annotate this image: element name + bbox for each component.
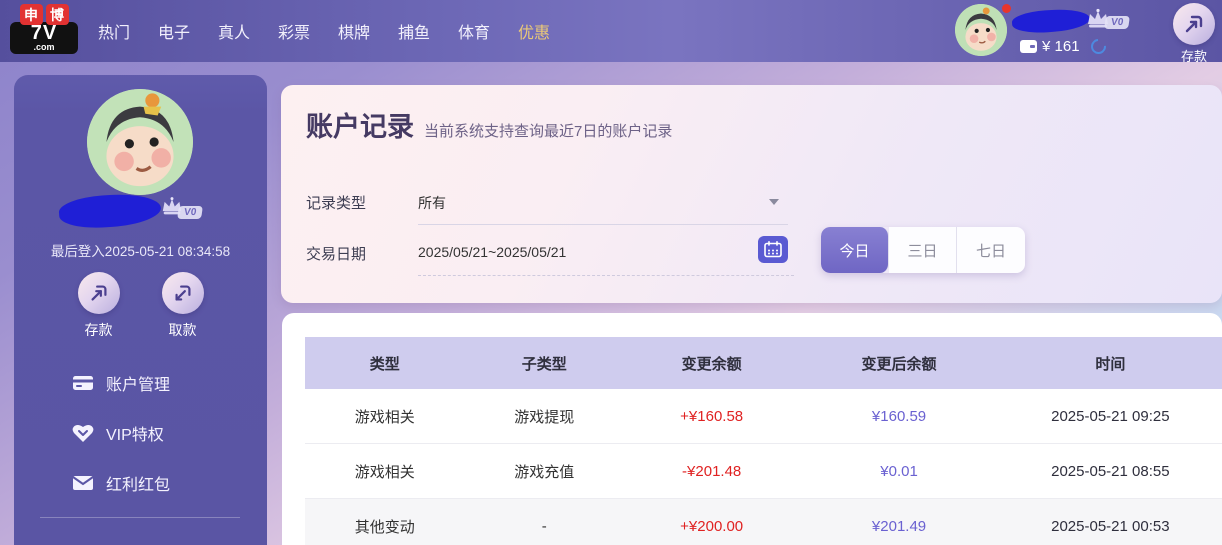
sidebar-avatar-image — [87, 89, 193, 195]
sidebar-item-label: 账户管理 — [106, 377, 171, 394]
table-header-row: 类型 子类型 变更余额 变更后余额 时间 — [305, 337, 1222, 389]
sidebar-item-bonus-redpacket[interactable]: 红利红包 — [72, 471, 170, 495]
logo-badge-shen: 申 — [19, 4, 43, 25]
sidebar-username-censored — [58, 191, 162, 231]
range-button-today[interactable]: 今日 — [821, 227, 889, 273]
records-table: 类型 子类型 变更余额 变更后余额 时间 游戏相关 游戏提现 +¥160.58 … — [305, 337, 1222, 545]
page-title: 账户记录 — [306, 112, 414, 142]
sidebar-withdraw-icon — [161, 272, 204, 314]
logo-badge-bo: 博 — [45, 4, 69, 25]
chevron-down-icon[interactable] — [769, 199, 779, 205]
sidebar: V0 最后登入2025-05-21 08:34:58 存款 取款 账户管理 VI… — [14, 75, 267, 545]
nav-item-chess[interactable]: 棋牌 — [324, 19, 384, 43]
nav-deposit-label: 存款 — [1180, 49, 1207, 64]
range-button-three-days[interactable]: 三日 — [889, 227, 957, 273]
record-type-select[interactable]: 所有 — [418, 193, 446, 213]
col-header-balance-after: 变更后余额 — [861, 355, 937, 373]
avatar-image — [955, 4, 1007, 56]
date-range-label: 交易日期 — [306, 246, 367, 263]
user-avatar[interactable] — [955, 4, 1007, 56]
sidebar-deposit-label: 存款 — [84, 322, 113, 338]
cell-change-amount: -¥201.48 — [682, 462, 742, 480]
col-header-time: 时间 — [1095, 355, 1126, 373]
nav-item-fishing[interactable]: 捕鱼 — [384, 19, 444, 43]
cell-subtype: 游戏充值 — [514, 463, 575, 481]
card-icon — [72, 372, 94, 394]
nav-item-slots[interactable]: 电子 — [144, 19, 204, 43]
sidebar-item-account-management[interactable]: 账户管理 — [72, 371, 170, 395]
record-type-label: 记录类型 — [306, 195, 367, 212]
cell-balance-after: ¥0.01 — [880, 462, 918, 480]
page-subtitle: 当前系统支持查询最近7日的账户记录 — [424, 123, 673, 140]
records-table-card: 类型 子类型 变更余额 变更后余额 时间 游戏相关 游戏提现 +¥160.58 … — [282, 313, 1222, 545]
last-login-text: 最后登入2025-05-21 08:34:58 — [50, 244, 231, 259]
sidebar-item-label: VIP特权 — [106, 427, 164, 444]
col-header-change: 变更余额 — [681, 355, 742, 373]
table-row: 其他变动 - +¥200.00 ¥201.49 2025-05-21 00:53 — [305, 499, 1222, 545]
account-records-panel: 账户记录 当前系统支持查询最近7日的账户记录 记录类型 所有 交易日期 2025… — [281, 85, 1222, 303]
nav-deposit-button[interactable]: 存款 — [1172, 3, 1216, 65]
cell-time: 2025-05-21 08:55 — [1051, 462, 1170, 480]
nav-item-hot[interactable]: 热门 — [84, 19, 144, 43]
top-nav: 申 博 7V .com 热门 电子 真人 彩票 棋牌 捕鱼 体育 优惠 V0 ¥… — [0, 0, 1222, 65]
sidebar-divider — [40, 517, 240, 518]
notification-dot — [1002, 4, 1011, 13]
vip-level-badge: V0 — [1104, 16, 1131, 29]
record-type-underline — [418, 224, 788, 225]
logo-box: 7V .com — [10, 22, 78, 54]
balance-amount: ¥ 161 — [1042, 38, 1080, 55]
cell-balance-after: ¥201.49 — [871, 517, 927, 535]
table-row: 游戏相关 游戏充值 -¥201.48 ¥0.01 2025-05-21 08:5… — [305, 444, 1222, 499]
balance-area: ¥ 161 — [1020, 35, 1109, 58]
col-header-type: 类型 — [369, 355, 400, 373]
cell-subtype: - — [541, 517, 547, 535]
nav-item-live[interactable]: 真人 — [204, 19, 264, 43]
sidebar-deposit-button[interactable]: 存款 — [67, 272, 131, 340]
site-logo[interactable]: 申 博 7V .com — [10, 4, 78, 54]
cell-change-amount: +¥160.58 — [680, 407, 744, 425]
sidebar-vip-level-badge: V0 — [177, 206, 204, 219]
sidebar-menu: 账户管理 VIP特权 红利红包 — [72, 371, 170, 495]
date-range-input[interactable]: 2025/05/21~2025/05/21 — [418, 244, 566, 260]
sidebar-withdraw-button[interactable]: 取款 — [151, 272, 215, 340]
table-row: 游戏相关 游戏提现 +¥160.58 ¥160.59 2025-05-21 09… — [305, 389, 1222, 444]
sidebar-item-vip-privilege[interactable]: VIP特权 — [72, 421, 170, 445]
range-button-seven-days[interactable]: 七日 — [957, 227, 1025, 273]
sidebar-item-label: 红利红包 — [106, 477, 171, 494]
sidebar-avatar[interactable] — [87, 89, 193, 195]
deposit-icon — [1173, 3, 1215, 45]
logo-sub-text: .com — [33, 42, 55, 52]
sidebar-withdraw-label: 取款 — [168, 322, 197, 338]
cell-type: 游戏相关 — [354, 408, 415, 426]
nav-user-area: V0 ¥ 161 存款 — [942, 0, 1222, 65]
cell-change-amount: +¥200.00 — [680, 517, 744, 535]
vip-shield-icon — [72, 422, 94, 444]
cell-balance-after: ¥160.59 — [871, 407, 927, 425]
logo-main-text: 7V — [30, 22, 58, 44]
cell-time: 2025-05-21 00:53 — [1051, 517, 1170, 535]
cell-time: 2025-05-21 09:25 — [1051, 407, 1170, 425]
sidebar-deposit-icon — [77, 272, 120, 314]
nav-item-lottery[interactable]: 彩票 — [264, 19, 324, 43]
date-range-quick-buttons: 今日 三日 七日 — [821, 227, 1025, 273]
calendar-icon[interactable] — [758, 236, 788, 263]
username-censored — [1011, 7, 1091, 35]
envelope-icon — [72, 472, 94, 494]
quick-actions: 存款 取款 — [14, 272, 267, 340]
wallet-icon — [1020, 40, 1037, 53]
nav-item-promo[interactable]: 优惠 — [504, 19, 564, 43]
date-range-underline — [418, 275, 794, 276]
cell-type: 游戏相关 — [354, 463, 415, 481]
refresh-balance-icon[interactable] — [1087, 35, 1109, 58]
cell-type: 其他变动 — [354, 518, 415, 536]
col-header-subtype: 子类型 — [521, 355, 567, 373]
cell-subtype: 游戏提现 — [514, 408, 575, 426]
nav-item-sports[interactable]: 体育 — [444, 19, 504, 43]
nav-menu: 热门 电子 真人 彩票 棋牌 捕鱼 体育 优惠 — [84, 0, 564, 62]
